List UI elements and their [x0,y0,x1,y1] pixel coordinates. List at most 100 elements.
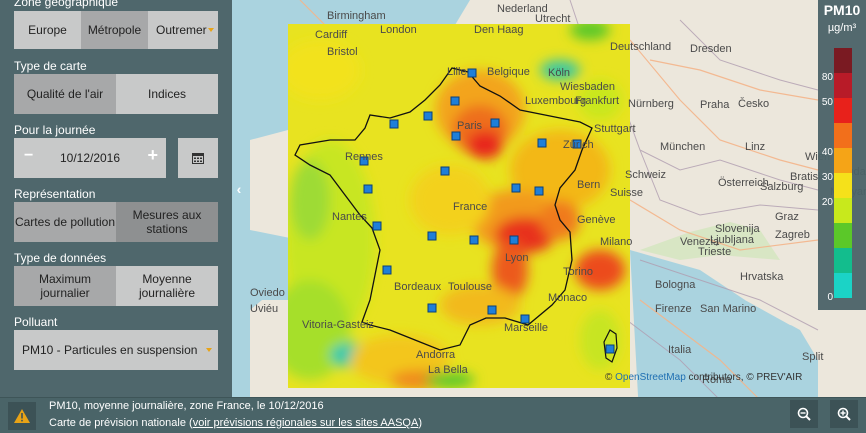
chevron-down-icon [206,348,212,352]
zone-title: Zone géographique [14,0,119,9]
station-marker [537,138,547,148]
station-marker [490,118,500,128]
regional-forecasts-link[interactable]: voir prévisions régionales sur les sites… [193,417,419,429]
city-label: Marseille [504,322,548,334]
collapse-panel-button[interactable]: ‹ [232,180,246,198]
zone-outremer-dropdown[interactable]: Outremer [148,11,218,49]
representation-pollution-maps-button[interactable]: Cartes de pollution [14,202,116,242]
city-label: Dresden [690,43,732,55]
attribution-prefix: © [605,372,616,383]
city-label: Lyon [505,252,528,264]
station-marker [423,111,433,121]
station-marker [363,184,373,194]
forecast-note: Carte de prévision nationale (voir prévi… [49,417,422,429]
legend-tick-label: 80 [821,72,833,83]
city-label: München [660,141,705,153]
warning-button[interactable] [8,402,36,430]
chevron-down-icon [208,28,214,32]
osm-link[interactable]: OpenStreetMap [615,372,686,383]
city-label: Bristol [327,46,358,58]
city-label: Bordeaux [394,281,442,293]
legend-swatch [834,73,852,98]
legend-tick-label: 30 [821,172,833,183]
city-label: Toulouse [448,281,492,293]
station-marker [487,305,497,315]
legend-swatch [834,273,852,298]
city-label: Graz [775,211,799,223]
legend-swatch [834,173,852,198]
zoom-in-button[interactable] [830,400,858,428]
city-label: Lille [447,66,467,78]
legend-swatch [834,123,852,148]
city-label: Wiesbaden [560,81,615,93]
city-label: Praha [700,99,730,111]
station-marker [450,96,460,106]
map-type-indices-button[interactable]: Indices [116,74,218,114]
control-panel: Zone géographique Europe Métropole Outre… [0,0,232,397]
city-label: San Marino [700,303,756,315]
station-marker [440,166,450,176]
city-label: Cardiff [315,29,348,41]
city-label: Vitoria-Gasteiz [302,319,374,331]
station-marker [467,68,477,78]
zone-outremer-label: Outremer [156,23,207,37]
city-label: Utrecht [535,13,570,25]
city-label: Stuttgart [594,123,636,135]
legend: PM10 µg/m³ 80 50 40 30 20 0 [818,0,866,310]
city-label: London [380,24,417,36]
date-value[interactable]: 10/12/2016 [60,151,120,165]
city-label: Zürich [563,139,594,151]
date-decrement-button[interactable]: − [24,148,33,164]
pollutant-select[interactable]: PM10 - Particules en suspension [14,330,218,370]
legend-title: PM10 [823,2,861,18]
legend-tick-label: 20 [821,197,833,208]
city-label: Schweiz [625,169,666,181]
map-type-title: Type de carte [14,59,87,73]
station-marker [389,119,399,129]
data-type-daily-max-button[interactable]: Maximum journalier [14,266,116,306]
city-label: La Bella [428,364,469,376]
zoom-out-button[interactable] [790,400,818,428]
zoom-in-icon [837,407,851,421]
calendar-icon [192,153,204,164]
date-increment-button[interactable]: + [147,146,158,164]
legend-unit: µg/m³ [827,22,857,34]
city-label: Den Haag [474,24,524,36]
legend-swatch [834,248,852,273]
city-label: Monaco [548,292,587,304]
city-label: Uviéu [250,303,278,315]
city-label: Rennes [345,151,383,163]
legend-tick-label: 0 [827,292,833,303]
city-label: Paris [457,120,483,132]
station-marker [382,265,392,275]
representation-station-measures-button[interactable]: Mesures aux stations [116,202,218,242]
calendar-button[interactable] [178,138,218,178]
station-marker [534,186,544,196]
city-label: France [453,201,487,213]
city-label: Linz [745,141,765,153]
map-description: PM10, moyenne journalière, zone France, … [49,400,324,412]
representation-title: Représentation [14,187,96,201]
pollutant-title: Polluant [14,315,58,329]
city-label: Milano [600,236,632,248]
city-label: Česko [738,97,769,110]
pollutant-value: PM10 - Particules en suspension [22,343,198,357]
map-type-air-quality-button[interactable]: Qualité de l'air [14,74,116,114]
chevron-left-icon: ‹ [236,181,242,197]
zone-europe-button[interactable]: Europe [14,11,81,49]
city-label: Belgique [487,66,530,78]
legend-tick-label: 40 [821,147,833,158]
station-marker [469,235,479,245]
city-label: Ljubljana [710,234,755,246]
zone-metropole-button[interactable]: Métropole [81,11,148,49]
city-label: Genève [577,214,616,226]
data-type-daily-mean-button[interactable]: Moyenne journalière [116,266,218,306]
station-marker [605,344,615,354]
legend-swatch [834,223,852,248]
city-label: Oviedo [250,287,285,299]
legend-swatch [834,198,852,223]
city-label: Suisse [610,187,643,199]
city-label: Bologna [655,279,696,291]
zoom-out-icon [797,407,811,421]
station-marker [511,183,521,193]
